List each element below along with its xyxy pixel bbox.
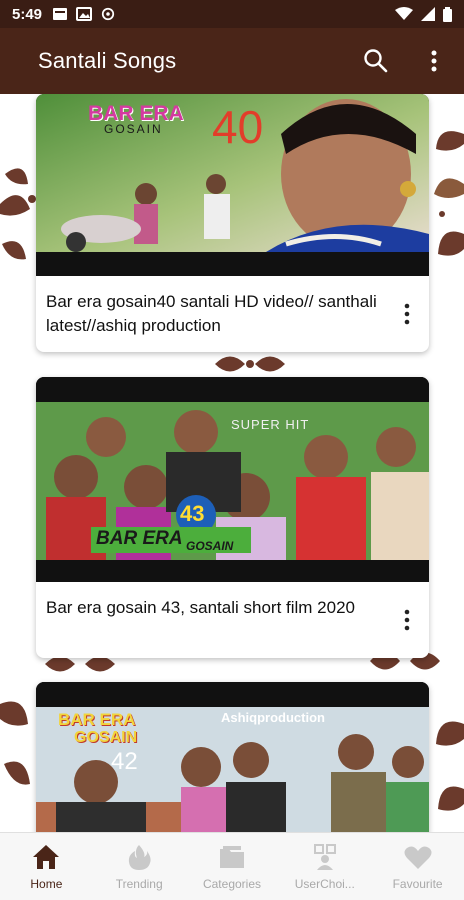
floral-decor-icon <box>0 168 36 260</box>
sync-icon <box>101 7 115 21</box>
overflow-menu-button[interactable] <box>420 47 448 75</box>
video-card-footer: Bar era gosain40 santali HD video// sant… <box>36 276 429 352</box>
video-card[interactable]: BAR ERA GOSAIN 42 Ashiqproduction <box>36 682 429 832</box>
video-thumbnail[interactable]: SUPER HIT 43 BAR ERA GOSAIN <box>36 377 429 582</box>
heart-icon <box>404 846 432 869</box>
thumbnail-title-text: BAR ERA <box>96 528 183 549</box>
folder-icon <box>219 845 244 868</box>
video-title[interactable]: Bar era gosain 43, santali short film 20… <box>46 596 381 620</box>
nav-item-favourite[interactable]: Favourite <box>371 833 464 900</box>
nav-label-favourite: Favourite <box>392 876 443 891</box>
floral-decor-icon <box>215 356 285 372</box>
thumbnail-subtitle-text: GOSAIN <box>104 122 163 136</box>
app-bar: Santali Songs <box>0 28 464 94</box>
nav-item-home[interactable]: Home <box>0 833 93 900</box>
search-icon <box>364 49 388 73</box>
more-vert-icon <box>431 50 437 72</box>
nav-item-trending[interactable]: Trending <box>93 833 186 900</box>
more-vert-icon[interactable] <box>399 608 415 632</box>
message-icon <box>53 8 68 20</box>
home-icon <box>33 844 60 869</box>
signal-icon <box>421 7 435 21</box>
wifi-icon <box>395 7 413 20</box>
nav-item-categories[interactable]: Categories <box>186 833 279 900</box>
video-title[interactable]: Bar era gosain40 santali HD video// sant… <box>46 290 381 338</box>
video-card[interactable]: SUPER HIT 43 BAR ERA GOSAIN Bar era gosa… <box>36 377 429 658</box>
floral-decor-icon <box>436 721 464 811</box>
nav-label-home: Home <box>30 876 63 891</box>
thumbnail-episode-number: 40 <box>212 101 264 153</box>
thumbnail-subtitle-text: GOSAIN <box>74 729 138 746</box>
video-thumbnail[interactable]: BAR ERA GOSAIN 42 Ashiqproduction <box>36 682 429 832</box>
floral-decor-icon <box>0 701 30 785</box>
status-bar: 5:49 <box>0 0 464 28</box>
gallery-icon <box>76 7 93 21</box>
floral-decor-icon <box>434 131 464 256</box>
nav-label-categories: Categories <box>202 876 261 891</box>
status-time: 5:49 <box>12 5 43 23</box>
more-vert-icon[interactable] <box>399 302 415 326</box>
nav-label-trending: Trending <box>115 876 163 891</box>
thumbnail-badge-text: SUPER HIT <box>231 417 310 432</box>
bottom-navigation: Home Trending Categories UserChoi... Fav… <box>0 832 464 900</box>
thumbnail-episode-number: 42 <box>111 748 138 775</box>
nav-label-user-choice: UserChoi... <box>294 876 355 891</box>
fire-icon <box>129 844 151 870</box>
battery-icon <box>443 6 452 22</box>
video-card[interactable]: BAR ERA GOSAIN 40 Bar era gosain40 santa… <box>36 94 429 352</box>
video-list[interactable]: BAR ERA GOSAIN 40 Bar era gosain40 santa… <box>0 94 464 832</box>
app-title: Santali Songs <box>38 48 177 73</box>
video-thumbnail[interactable]: BAR ERA GOSAIN 40 <box>36 94 429 276</box>
thumbnail-title-text: BAR ERA <box>58 710 136 729</box>
thumbnail-subtitle-text: GOSAIN <box>186 539 234 553</box>
search-button[interactable] <box>362 47 390 75</box>
user-choice-icon <box>313 843 336 870</box>
nav-item-user-choice[interactable]: UserChoi... <box>278 833 371 900</box>
video-card-footer: Bar era gosain 43, santali short film 20… <box>36 582 429 658</box>
thumbnail-episode-number: 43 <box>180 501 205 526</box>
thumbnail-image <box>36 682 429 832</box>
thumbnail-credit-text: Ashiqproduction <box>221 710 325 725</box>
